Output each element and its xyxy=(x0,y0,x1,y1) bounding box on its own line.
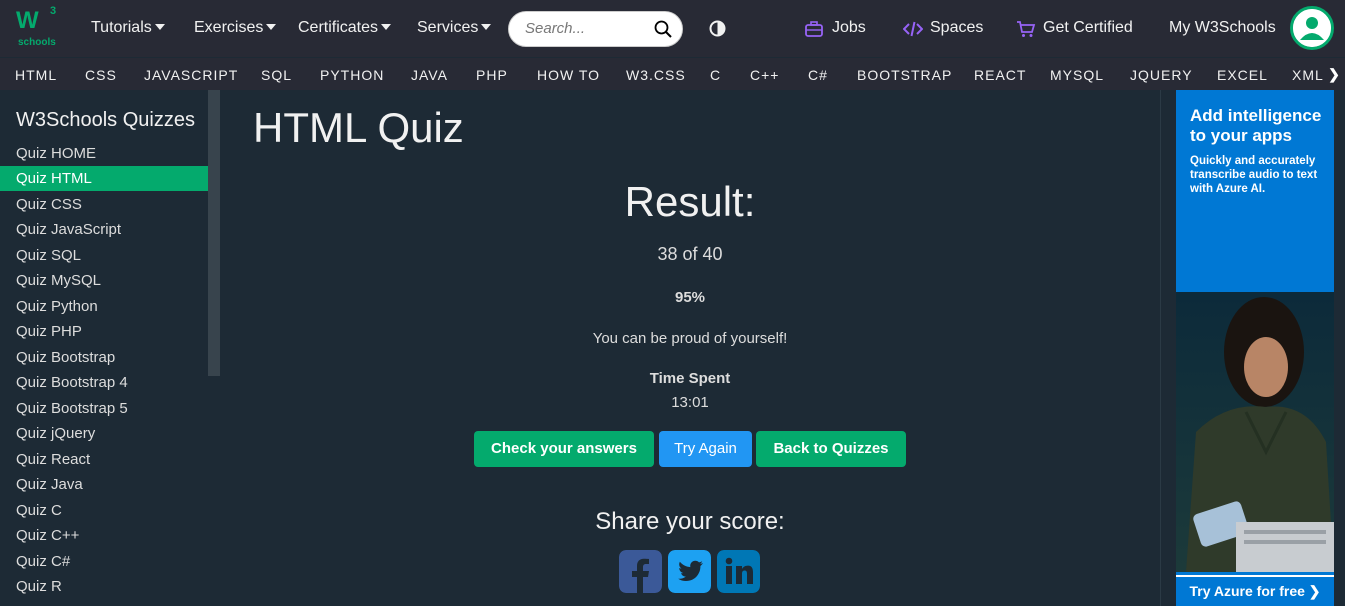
azure-advertisement[interactable]: Add intelligence to your apps Quickly an… xyxy=(1176,90,1334,606)
subject-how-to[interactable]: HOW TO xyxy=(537,67,600,83)
sidebar-item-quiz-css[interactable]: Quiz CSS xyxy=(0,192,208,217)
logo-mark: W xyxy=(16,7,39,34)
page-title: HTML Quiz xyxy=(253,104,464,151)
back-to-quizzes-button[interactable]: Back to Quizzes xyxy=(756,431,906,467)
result-heading: Result: xyxy=(624,178,756,225)
certificates-menu[interactable]: Certificates xyxy=(298,19,392,37)
ad-cta-button[interactable]: Try Azure for free ❯ xyxy=(1176,575,1334,606)
tutorials-menu[interactable]: Tutorials xyxy=(91,19,165,37)
sidebar-scrollbar-track[interactable] xyxy=(208,376,220,606)
score-percent: 95% xyxy=(674,289,706,306)
certificates-label: Certificates xyxy=(298,19,379,36)
jobs-link[interactable]: Jobs xyxy=(832,19,866,37)
exercises-label: Exercises xyxy=(194,19,264,36)
get-certified-link[interactable]: Get Certified xyxy=(1043,19,1133,37)
caret-down-icon xyxy=(266,24,277,30)
linkedin-icon[interactable] xyxy=(717,550,760,593)
subject-bootstrap[interactable]: BOOTSTRAP xyxy=(857,67,952,83)
sidebar-item-quiz-python[interactable]: Quiz Python xyxy=(0,294,208,319)
sidebar-item-quiz-csharp[interactable]: Quiz C# xyxy=(0,549,208,574)
tutorials-label: Tutorials xyxy=(91,19,152,36)
logo-superscript: 3 xyxy=(50,5,57,17)
subject-navigation-bar: HTML CSS JAVASCRIPT SQL PYTHON JAVA PHP … xyxy=(0,57,1345,91)
time-spent-value: 13:01 xyxy=(671,394,709,411)
subject-c[interactable]: C xyxy=(710,67,721,83)
result-message: You can be proud of yourself! xyxy=(592,330,788,347)
caret-down-icon xyxy=(154,24,165,30)
sidebar-item-quiz-html[interactable]: Quiz HTML xyxy=(0,166,208,191)
top-navigation-bar: W 3 schools Tutorials Exercises Certific… xyxy=(0,0,1345,57)
sidebar-item-quiz-c[interactable]: Quiz C xyxy=(0,498,208,523)
sidebar-item-quiz-jquery[interactable]: Quiz jQuery xyxy=(0,421,208,446)
sidebar: W3Schools Quizzes Quiz HOME Quiz HTML Qu… xyxy=(0,90,208,606)
subject-sql[interactable]: SQL xyxy=(261,67,292,83)
sidebar-item-quiz-bootstrap[interactable]: Quiz Bootstrap xyxy=(0,345,208,370)
shopping-cart-icon xyxy=(1017,21,1036,37)
sidebar-item-quiz-bootstrap-5[interactable]: Quiz Bootstrap 5 xyxy=(0,396,208,421)
subject-python[interactable]: PYTHON xyxy=(320,67,384,83)
services-label: Services xyxy=(417,19,479,36)
subject-w3css[interactable]: W3.CSS xyxy=(626,67,686,83)
caret-down-icon xyxy=(481,24,492,30)
twitter-icon[interactable] xyxy=(668,550,711,593)
search-icon[interactable] xyxy=(654,20,672,38)
sidebar-item-quiz-java[interactable]: Quiz Java xyxy=(0,472,208,497)
subject-csharp[interactable]: C# xyxy=(808,67,828,83)
code-brackets-icon xyxy=(903,21,923,37)
sidebar-item-quiz-php[interactable]: Quiz PHP xyxy=(0,319,208,344)
scroll-right-chevron-icon[interactable]: ❯ xyxy=(1323,58,1345,91)
score-text: 38 of 40 xyxy=(657,244,723,264)
ad-person-image xyxy=(1176,292,1334,572)
subject-cpp[interactable]: C++ xyxy=(750,67,779,83)
search-box xyxy=(508,11,683,47)
time-spent-label: Time Spent xyxy=(649,370,731,387)
my-w3schools-link[interactable]: My W3Schools xyxy=(1169,19,1276,37)
subject-css[interactable]: CSS xyxy=(85,67,117,83)
right-gutter xyxy=(1160,90,1176,606)
ad-headline: Add intelligence to your apps xyxy=(1190,106,1322,145)
w3schools-logo[interactable]: W 3 schools xyxy=(14,5,60,49)
main-content: HTML Quiz Result: 38 of 40 95% You can b… xyxy=(220,90,1160,606)
sidebar-item-quiz-r[interactable]: Quiz R xyxy=(0,574,208,599)
share-heading: Share your score: xyxy=(595,508,785,535)
page-scrollbar-area xyxy=(1334,90,1345,606)
sidebar-item-quiz-home[interactable]: Quiz HOME xyxy=(0,141,208,166)
dark-mode-toggle-icon[interactable] xyxy=(709,20,726,37)
check-answers-button[interactable]: Check your answers xyxy=(474,431,654,467)
subject-html[interactable]: HTML xyxy=(15,67,57,83)
subject-xml[interactable]: XML xyxy=(1292,67,1324,83)
user-avatar[interactable] xyxy=(1290,6,1334,50)
sidebar-item-quiz-javascript[interactable]: Quiz JavaScript xyxy=(0,217,208,242)
sidebar-item-quiz-sql[interactable]: Quiz SQL xyxy=(0,243,208,268)
sidebar-item-quiz-cpp[interactable]: Quiz C++ xyxy=(0,523,208,548)
ad-subtext: Quickly and accurately transcribe audio … xyxy=(1190,155,1318,195)
subject-mysql[interactable]: MYSQL xyxy=(1050,67,1104,83)
logo-subtext: schools xyxy=(18,37,56,48)
subject-php[interactable]: PHP xyxy=(476,67,508,83)
spaces-link[interactable]: Spaces xyxy=(930,19,983,37)
subject-java[interactable]: JAVA xyxy=(411,67,448,83)
subject-react[interactable]: REACT xyxy=(974,67,1026,83)
sidebar-item-quiz-react[interactable]: Quiz React xyxy=(0,447,208,472)
caret-down-icon xyxy=(381,24,392,30)
services-menu[interactable]: Services xyxy=(417,19,492,37)
search-input[interactable] xyxy=(525,20,645,37)
facebook-icon[interactable] xyxy=(619,550,662,593)
subject-excel[interactable]: EXCEL xyxy=(1217,67,1268,83)
briefcase-icon xyxy=(805,21,823,37)
subject-jquery[interactable]: JQUERY xyxy=(1130,67,1193,83)
exercises-menu[interactable]: Exercises xyxy=(194,19,277,37)
sidebar-scrollbar-thumb[interactable] xyxy=(208,90,220,376)
sidebar-item-quiz-mysql[interactable]: Quiz MySQL xyxy=(0,268,208,293)
sidebar-title: W3Schools Quizzes xyxy=(16,109,195,131)
try-again-button[interactable]: Try Again xyxy=(659,431,752,467)
subject-javascript[interactable]: JAVASCRIPT xyxy=(144,67,238,83)
user-icon xyxy=(1293,9,1331,47)
sidebar-item-quiz-bootstrap-4[interactable]: Quiz Bootstrap 4 xyxy=(0,370,208,395)
